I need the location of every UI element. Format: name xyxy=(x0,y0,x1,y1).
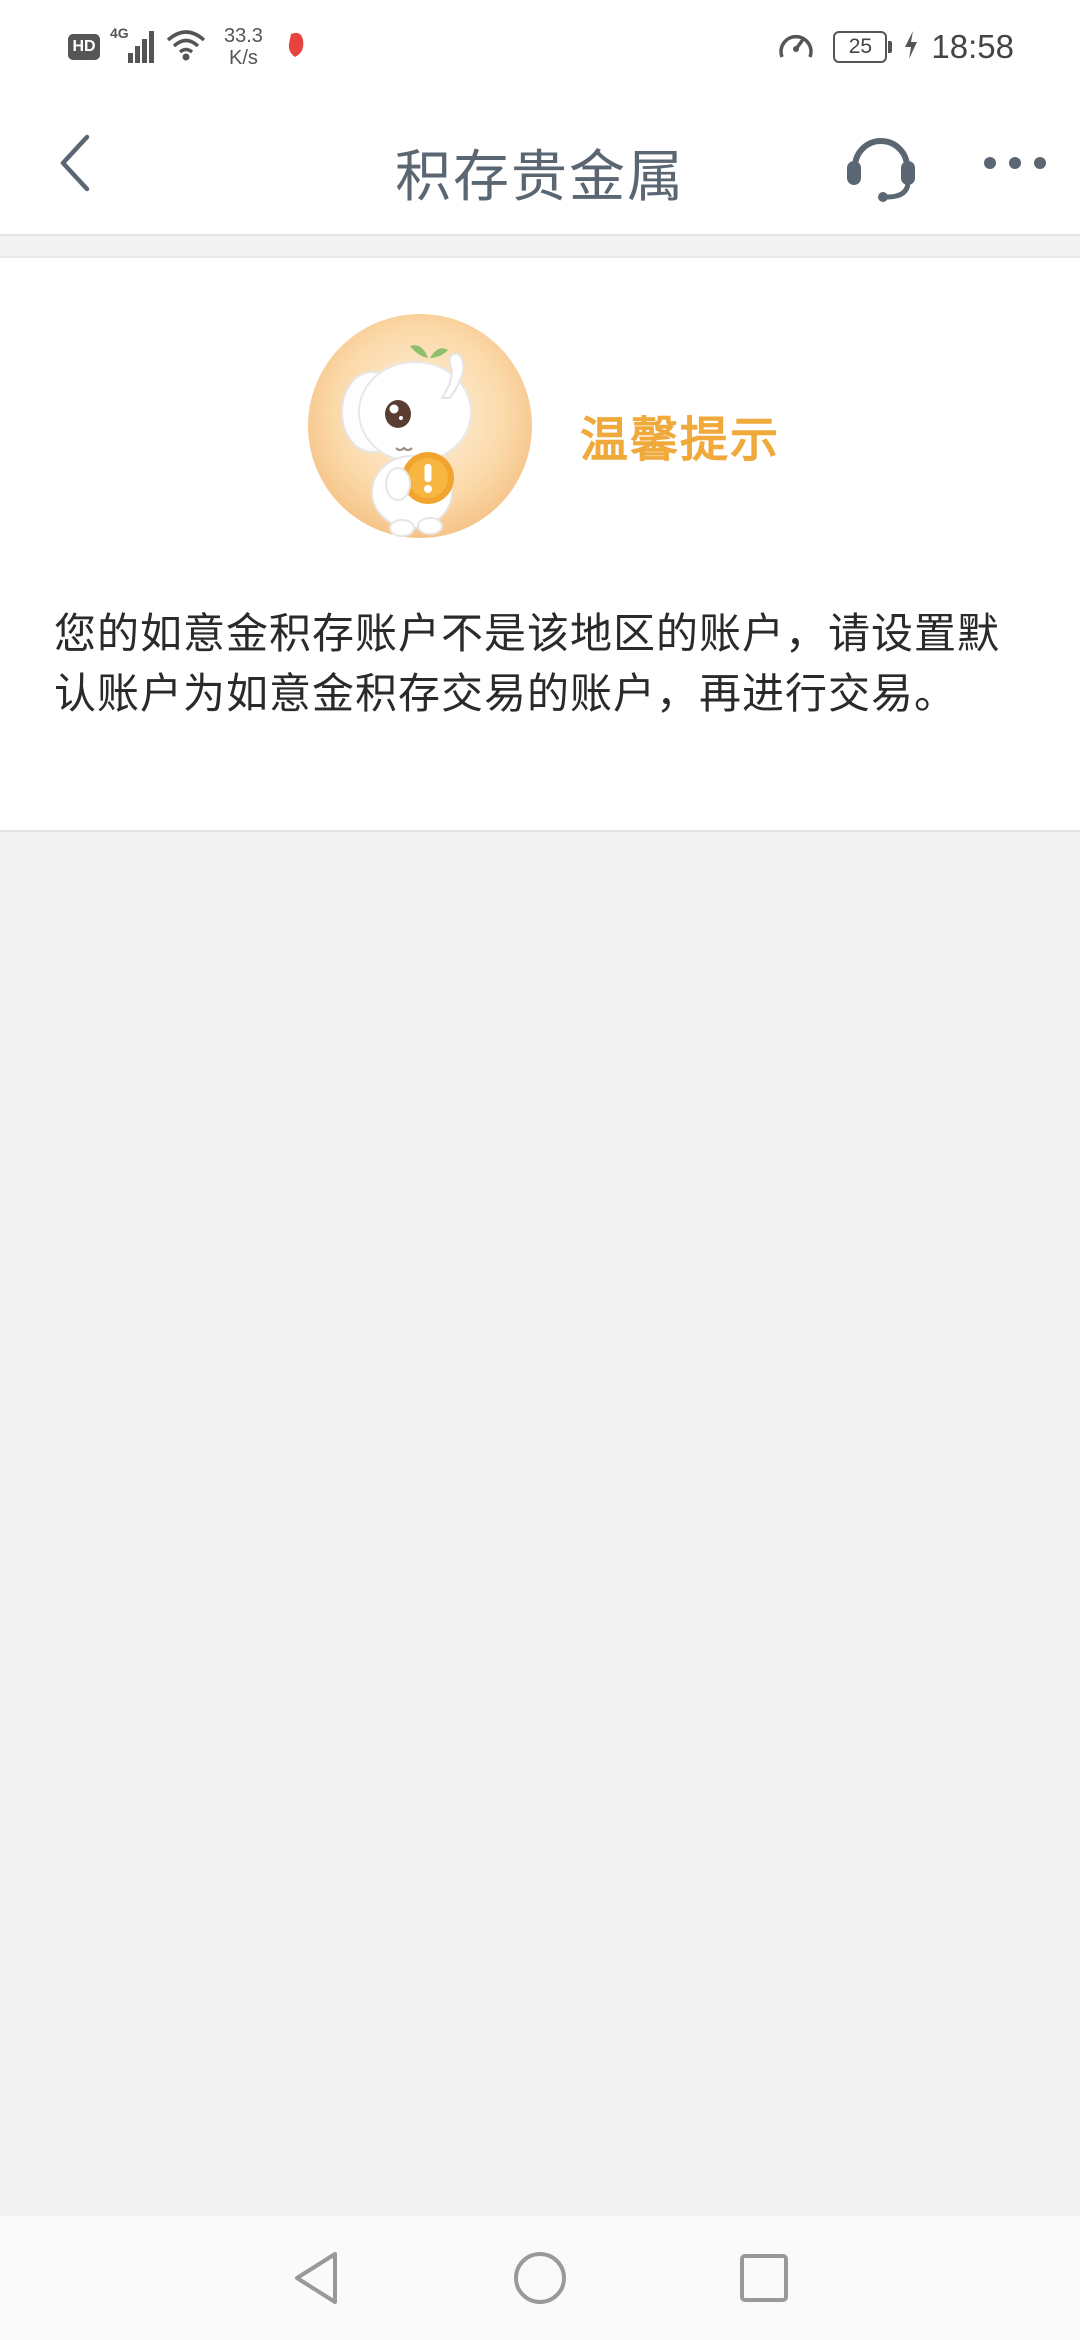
clock-time: 18:58 xyxy=(931,28,1014,65)
more-options-button[interactable] xyxy=(970,118,1060,208)
more-dots-icon xyxy=(984,157,1046,169)
notice-message: 您的如意金积存账户不是该地区的账户，请设置默认账户为如意金积存交易的账户，再进行… xyxy=(54,609,1001,718)
system-home-button[interactable] xyxy=(500,2238,580,2318)
speed-unit: K/s xyxy=(229,47,258,69)
status-left: HD 4G 33.3 K/s xyxy=(68,22,307,72)
status-right: 25 18:58 xyxy=(777,22,1014,72)
system-back-button[interactable] xyxy=(276,2238,356,2318)
system-nav-bar xyxy=(0,2216,1080,2340)
triangle-back-icon xyxy=(295,2252,337,2304)
speed-value: 33.3 xyxy=(224,25,263,47)
circle-home-icon xyxy=(514,2252,566,2304)
charging-icon xyxy=(903,30,919,64)
system-recents-button[interactable] xyxy=(724,2238,804,2318)
square-recents-icon xyxy=(740,2254,788,2302)
battery-indicator: 25 xyxy=(833,31,893,63)
notification-icon xyxy=(285,30,307,64)
elephant-mascot-icon xyxy=(300,306,540,546)
speed-gauge-icon xyxy=(777,27,815,67)
network-speed: 33.3 K/s xyxy=(224,25,263,69)
status-bar: HD 4G 33.3 K/s 25 18:58 xyxy=(0,0,1080,92)
notice-card: 温馨提示 您的如意金积存账户不是该地区的账户，请设置默认账户为如意金积存交易的账… xyxy=(0,256,1080,832)
nav-bar: 积存贵金属 xyxy=(0,92,1080,236)
wifi-icon xyxy=(166,28,206,66)
headset-icon xyxy=(847,138,915,202)
hd-badge: HD xyxy=(68,34,100,60)
customer-service-button[interactable] xyxy=(836,118,926,208)
signal-4g-icon: 4G xyxy=(110,25,156,67)
notice-title: 温馨提示 xyxy=(580,412,781,468)
